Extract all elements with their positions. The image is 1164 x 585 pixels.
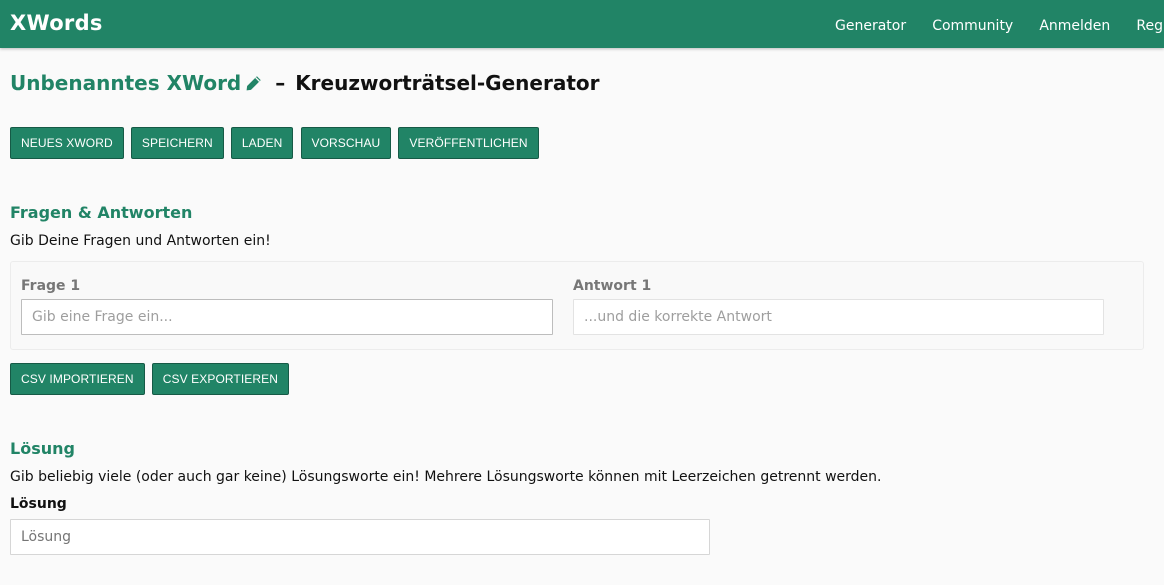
- document-name[interactable]: Unbenanntes XWord: [10, 71, 241, 95]
- nav-register[interactable]: Registrieren: [1136, 18, 1164, 34]
- csv-import-button[interactable]: CSV importieren: [10, 363, 145, 395]
- publish-button[interactable]: Veröffentlichen: [398, 127, 539, 159]
- qa-row: Frage 1 Antwort 1: [10, 261, 1144, 350]
- title-separator: –: [275, 71, 286, 95]
- solution-input[interactable]: [10, 519, 710, 555]
- new-xword-button[interactable]: Neues XWord: [10, 127, 124, 159]
- solution-section-title: Lösung: [10, 439, 75, 458]
- answer-input[interactable]: [573, 299, 1104, 335]
- solution-label: Lösung: [10, 496, 67, 512]
- nav-community[interactable]: Community: [932, 18, 1013, 34]
- save-button[interactable]: Speichern: [130, 127, 224, 159]
- load-button[interactable]: Laden: [230, 127, 294, 159]
- nav-generator[interactable]: Generator: [835, 18, 906, 34]
- pencil-icon[interactable]: [245, 73, 262, 97]
- question-label: Frage 1: [21, 278, 81, 294]
- page-subtitle: Kreuzworträtsel-Generator: [295, 71, 600, 95]
- qa-section-title: Fragen & Antworten: [10, 203, 193, 222]
- brand-logo[interactable]: XWords: [10, 11, 103, 35]
- top-navbar: XWords Generator Community Anmelden Regi…: [0, 0, 1164, 48]
- csv-export-button[interactable]: CSV exportieren: [151, 363, 290, 395]
- main-toolbar: Neues XWord Speichern Laden Vorschau Ver…: [10, 127, 541, 159]
- question-input[interactable]: [21, 299, 553, 335]
- csv-toolbar: CSV importieren CSV exportieren: [10, 363, 291, 395]
- main-nav: Generator Community Anmelden Registriere…: [835, 15, 1164, 34]
- qa-section-description: Gib Deine Fragen und Antworten ein!: [10, 233, 271, 249]
- solution-section-description: Gib beliebig viele (oder auch gar keine)…: [10, 469, 882, 485]
- page-title: Unbenanntes XWord – Kreuzworträtsel-Gene…: [10, 71, 599, 97]
- preview-button[interactable]: Vorschau: [300, 127, 392, 159]
- nav-login[interactable]: Anmelden: [1039, 18, 1110, 34]
- answer-label: Antwort 1: [573, 278, 652, 294]
